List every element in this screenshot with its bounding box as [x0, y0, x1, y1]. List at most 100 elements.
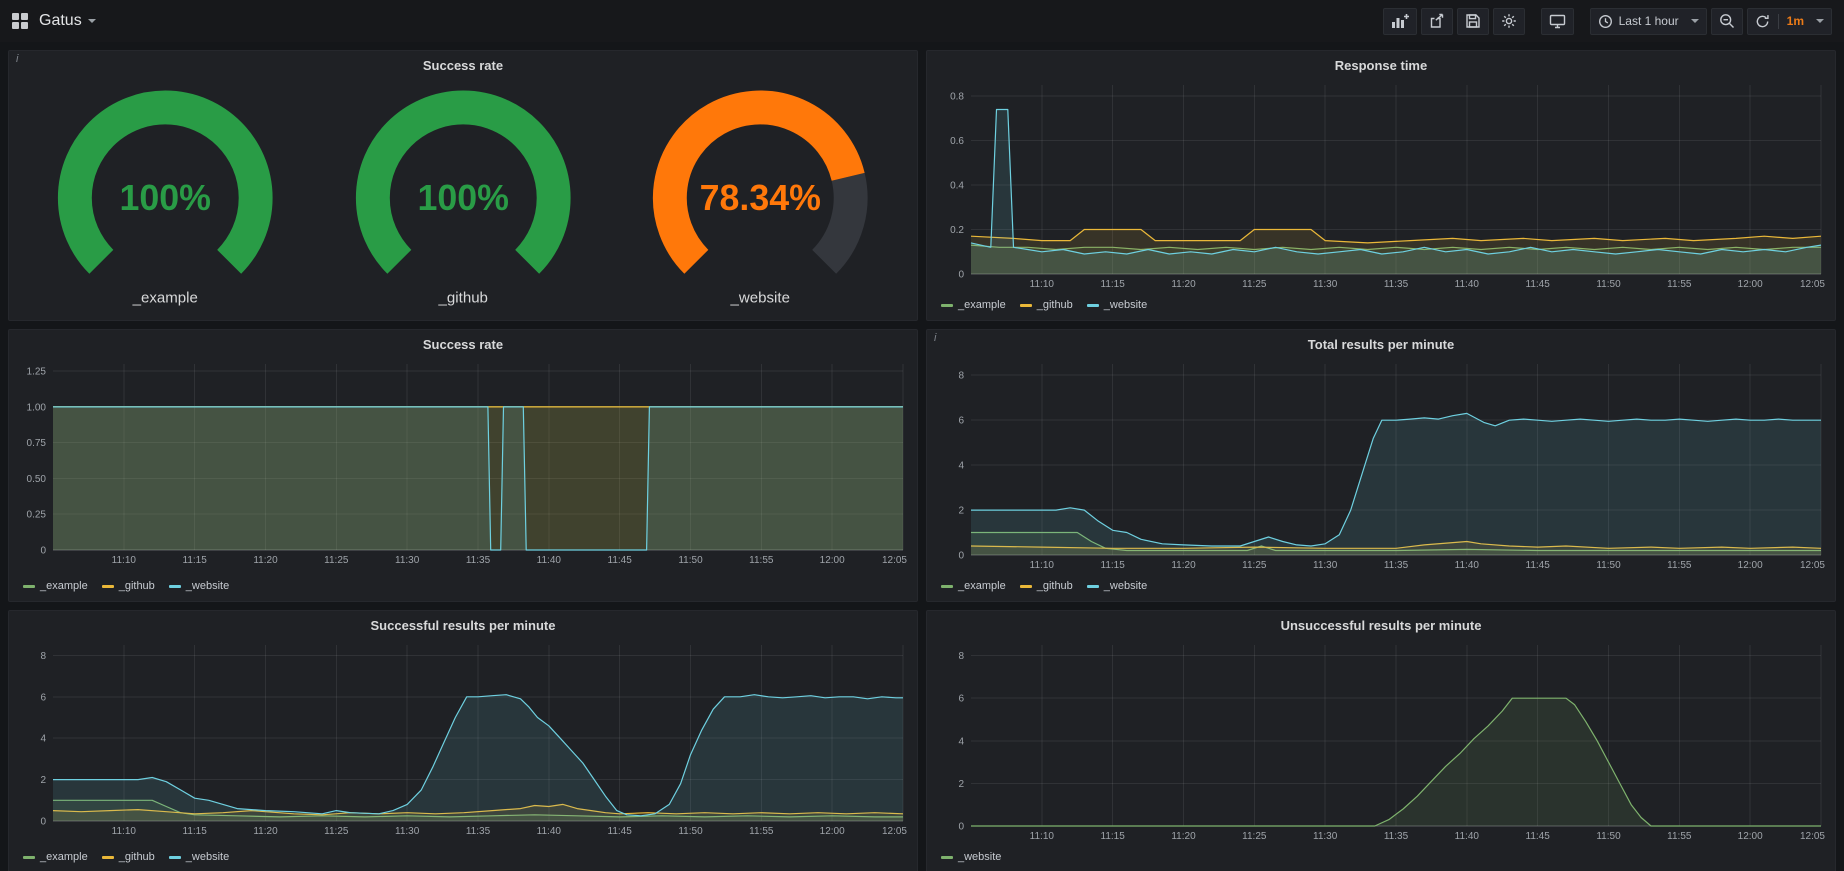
legend-item-_example[interactable]: _example	[23, 851, 88, 863]
time-picker-button[interactable]: Last 1 hour	[1590, 8, 1707, 35]
chevron-down-icon	[1691, 19, 1699, 23]
legend-item-_github[interactable]: _github	[102, 851, 155, 863]
svg-text:11:45: 11:45	[608, 826, 633, 837]
legend-series-marker	[1020, 585, 1032, 588]
svg-text:6: 6	[958, 416, 964, 427]
svg-text:6: 6	[958, 694, 964, 705]
svg-text:11:20: 11:20	[1171, 279, 1196, 290]
panel-title[interactable]: Total results per minute	[935, 333, 1827, 357]
legend-series-name: _website	[1104, 299, 1147, 311]
svg-text:11:40: 11:40	[1455, 560, 1480, 571]
panel-success-rate-gauges: i Success rate 100%_example100%_github78…	[8, 50, 918, 321]
add-panel-button[interactable]	[1383, 8, 1417, 35]
svg-text:12:05: 12:05	[882, 826, 907, 837]
search-minus-icon	[1719, 13, 1735, 29]
legend-series-name: _github	[1037, 580, 1073, 592]
panel-total-results: i Total results per minute 0246811:1011:…	[926, 329, 1836, 602]
gear-icon	[1501, 13, 1517, 29]
chart-area[interactable]: 0246811:1011:1511:2011:2511:3011:3511:40…	[935, 638, 1827, 848]
svg-text:0: 0	[958, 551, 964, 562]
legend-item-_website[interactable]: _website	[169, 580, 229, 592]
refresh-interval[interactable]: 1m	[1787, 14, 1804, 28]
svg-text:11:25: 11:25	[1242, 831, 1267, 842]
zoom-out-button[interactable]	[1711, 8, 1743, 35]
legend-item-_website[interactable]: _website	[169, 851, 229, 863]
legend-item-_github[interactable]: _github	[102, 580, 155, 592]
panel-title[interactable]: Success rate	[17, 54, 909, 78]
svg-text:11:40: 11:40	[1455, 279, 1480, 290]
svg-text:11:50: 11:50	[678, 555, 703, 566]
chart-canvas: 0246811:1011:1511:2011:2511:3011:3511:40…	[935, 357, 1827, 572]
dashboard-grid: i Success rate 100% _example 100%_github78…	[0, 42, 1844, 871]
bar-chart-plus-icon	[1391, 13, 1409, 29]
panel-response-time: Response time 00.20.40.60.811:1011:1511:…	[926, 50, 1836, 321]
legend-item-_website[interactable]: _website	[1087, 580, 1147, 592]
panel-title[interactable]: Success rate	[17, 333, 909, 357]
chart-canvas: 00.250.500.751.001.2511:1011:1511:2011:2…	[17, 357, 909, 567]
chart-area[interactable]: 0246811:1011:1511:2011:2511:3011:3511:40…	[935, 357, 1827, 577]
svg-text:11:10: 11:10	[112, 555, 137, 566]
svg-text:12:00: 12:00	[1738, 279, 1763, 290]
svg-text:0.4: 0.4	[950, 181, 964, 192]
svg-text:11:20: 11:20	[1171, 560, 1196, 571]
panel-title[interactable]: Response time	[935, 54, 1827, 78]
svg-text:11:25: 11:25	[324, 555, 349, 566]
refresh-button[interactable]: 1m	[1747, 8, 1832, 35]
legend-series-marker	[941, 585, 953, 588]
svg-text:11:35: 11:35	[466, 826, 491, 837]
legend-item-_example[interactable]: _example	[941, 299, 1006, 311]
legend-series-marker	[1087, 304, 1099, 307]
svg-text:11:20: 11:20	[253, 555, 278, 566]
panel-info-icon[interactable]: i	[16, 53, 18, 65]
chart-area[interactable]: 0246811:1011:1511:2011:2511:3011:3511:40…	[17, 638, 909, 848]
series-fill-_website	[53, 695, 903, 821]
dashboard-settings-button[interactable]	[1493, 8, 1525, 35]
panel-success-rate-graph: Success rate 00.250.500.751.001.2511:101…	[8, 329, 918, 602]
legend-item-_example[interactable]: _example	[23, 580, 88, 592]
svg-text:12:05: 12:05	[882, 555, 907, 566]
svg-text:11:45: 11:45	[1526, 831, 1551, 842]
legend-item-_github[interactable]: _github	[1020, 299, 1073, 311]
legend-item-_website[interactable]: _website	[941, 851, 1001, 863]
panel-info-icon[interactable]: i	[934, 332, 936, 344]
legend-item-_example[interactable]: _example	[941, 580, 1006, 592]
series-fill-_website	[53, 407, 903, 550]
svg-text:11:15: 11:15	[1101, 560, 1126, 571]
gauge-_website: 78.34%_website	[619, 83, 902, 309]
svg-text:2: 2	[40, 775, 46, 786]
svg-text:11:40: 11:40	[537, 555, 562, 566]
gauge-value: 100%	[120, 178, 211, 218]
save-icon	[1465, 13, 1481, 29]
svg-text:11:50: 11:50	[678, 826, 703, 837]
gauge-endpoint-label: _website	[730, 289, 790, 306]
svg-text:0.6: 0.6	[950, 136, 964, 147]
svg-text:8: 8	[958, 651, 964, 662]
chart-area[interactable]: 00.20.40.60.811:1011:1511:2011:2511:3011…	[935, 78, 1827, 296]
legend-series-marker	[102, 856, 114, 859]
legend-item-_github[interactable]: _github	[1020, 580, 1073, 592]
legend-item-_website[interactable]: _website	[1087, 299, 1147, 311]
chart-area[interactable]: 00.250.500.751.001.2511:1011:1511:2011:2…	[17, 357, 909, 577]
panel-title[interactable]: Unsuccessful results per minute	[935, 614, 1827, 638]
share-dashboard-button[interactable]	[1421, 8, 1453, 35]
save-dashboard-button[interactable]	[1457, 8, 1489, 35]
svg-text:0: 0	[40, 546, 46, 557]
svg-text:4: 4	[40, 734, 46, 745]
svg-text:11:30: 11:30	[1313, 560, 1338, 571]
gauge-endpoint-label: _github	[437, 289, 487, 306]
cycle-view-mode-button[interactable]	[1541, 8, 1574, 35]
chart-canvas: 00.20.40.60.811:1011:1511:2011:2511:3011…	[935, 78, 1827, 291]
monitor-icon	[1549, 13, 1566, 29]
svg-text:12:00: 12:00	[820, 826, 845, 837]
svg-text:11:10: 11:10	[1030, 560, 1055, 571]
svg-text:11:10: 11:10	[1030, 279, 1055, 290]
dashboard-title[interactable]: Gatus	[39, 12, 82, 30]
panel-title[interactable]: Successful results per minute	[17, 614, 909, 638]
svg-text:11:50: 11:50	[1596, 279, 1621, 290]
dashboards-grid-icon[interactable]	[12, 13, 28, 29]
gauge-_github: 100%_github	[322, 83, 605, 309]
svg-text:2: 2	[958, 506, 964, 517]
svg-text:11:30: 11:30	[1313, 831, 1338, 842]
chart-legend: _example _github _website	[17, 848, 909, 866]
svg-text:11:20: 11:20	[1171, 831, 1196, 842]
